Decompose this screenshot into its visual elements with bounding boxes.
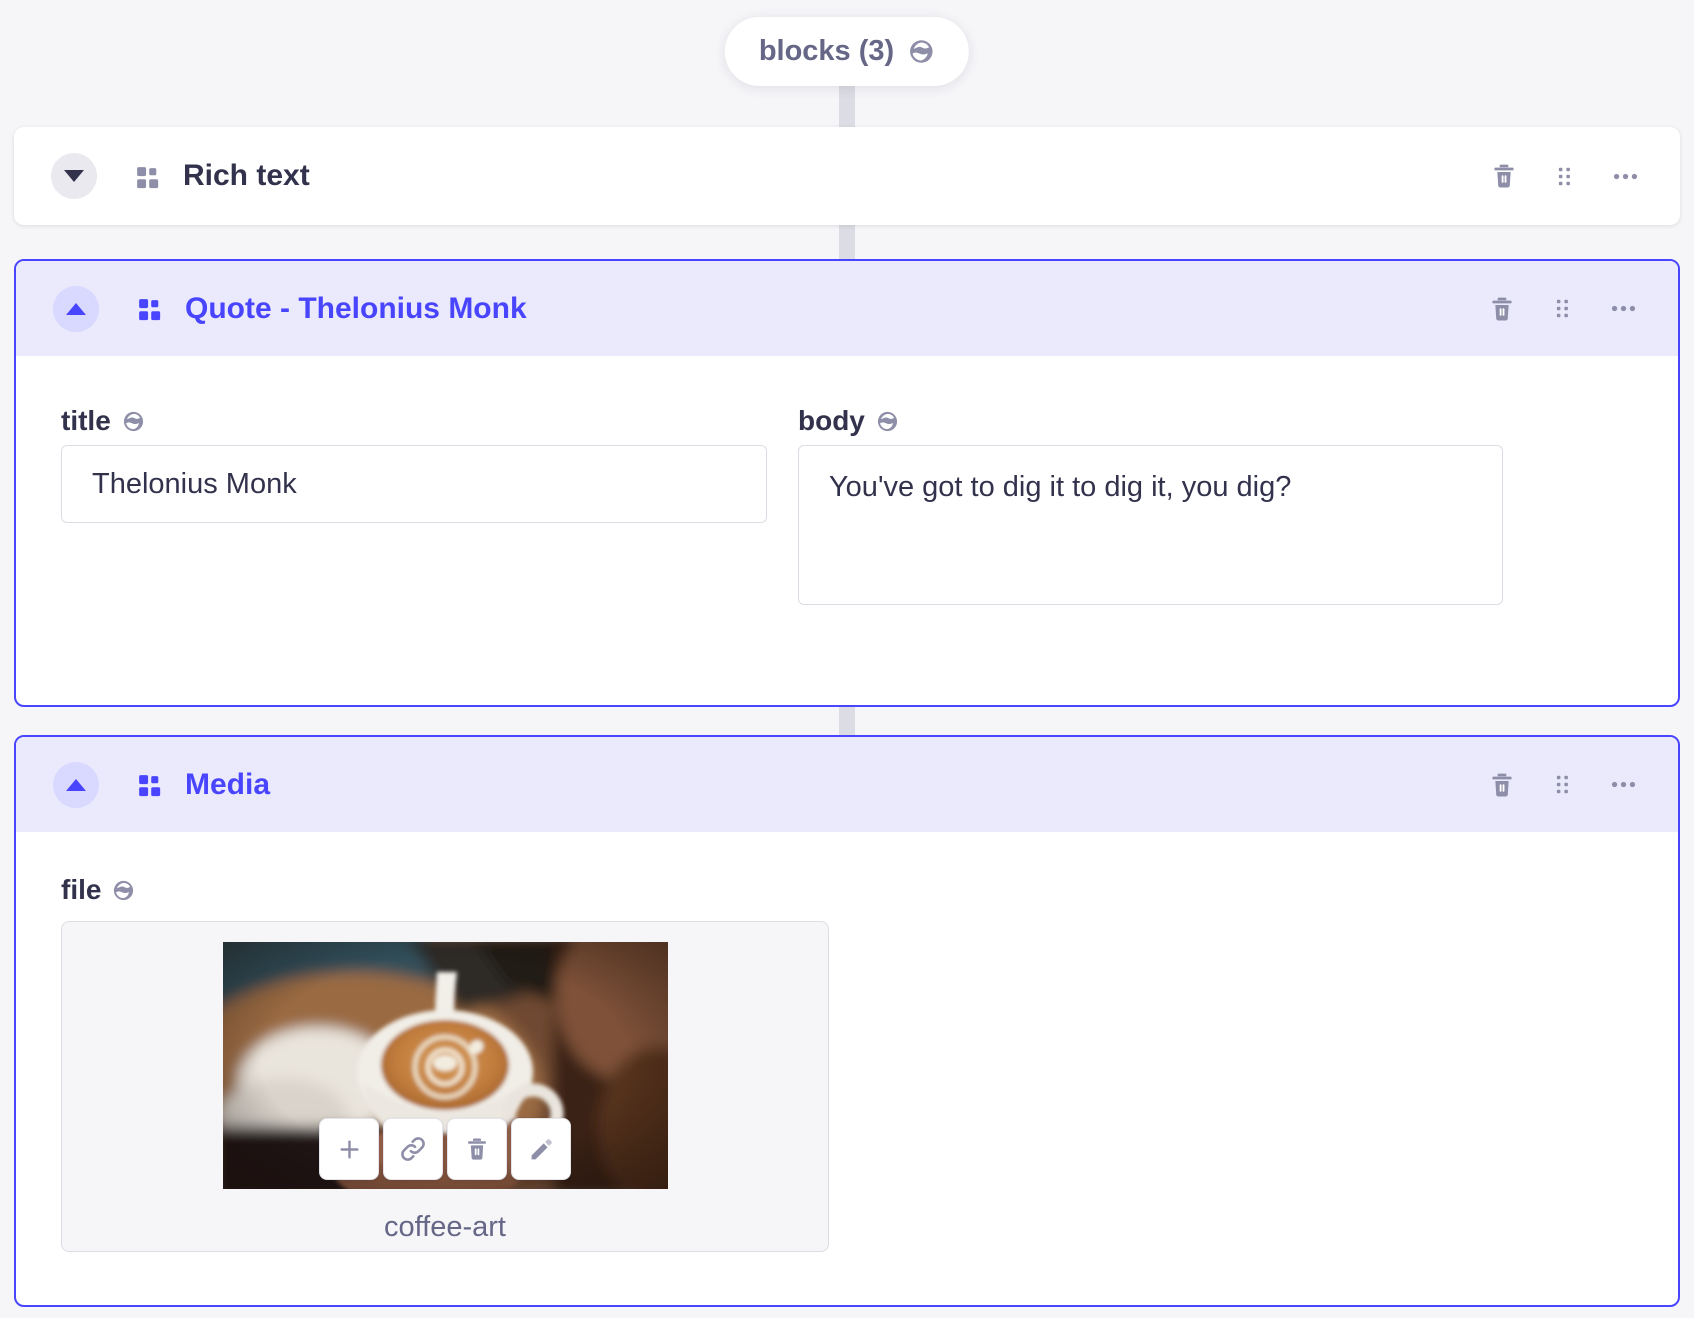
- block-connector: [839, 80, 855, 128]
- delete-block-button[interactable]: [1488, 295, 1516, 323]
- ellipsis-icon: [1609, 294, 1638, 323]
- blocks-count-label: blocks (3): [758, 35, 895, 67]
- collapse-toggle-button[interactable]: [53, 285, 99, 332]
- delete-block-button[interactable]: [1488, 771, 1516, 799]
- field-label-text: body: [798, 405, 865, 436]
- chevron-up-icon: [66, 302, 86, 315]
- more-options-button[interactable]: [1609, 294, 1638, 323]
- more-options-button[interactable]: [1609, 770, 1638, 799]
- media-delete-button[interactable]: [447, 1118, 507, 1180]
- title-field-label: title: [61, 405, 145, 437]
- trash-icon: [1488, 295, 1516, 323]
- block-media: Media file coffee-art: [14, 735, 1680, 1307]
- trash-icon: [464, 1136, 490, 1162]
- block-connector: [839, 224, 855, 260]
- media-file-card: coffee-art: [61, 921, 829, 1252]
- ellipsis-icon: [1609, 770, 1638, 799]
- block-rich-text: Rich text: [14, 127, 1680, 225]
- field-label-text: title: [61, 405, 111, 436]
- media-add-button[interactable]: [319, 1118, 379, 1180]
- ellipsis-icon: [1611, 162, 1640, 191]
- media-preview: [222, 942, 668, 1189]
- expand-toggle-button[interactable]: [51, 153, 97, 199]
- body-field-label: body: [798, 405, 899, 437]
- chevron-down-icon: [64, 170, 84, 182]
- collapse-toggle-button[interactable]: [53, 761, 99, 808]
- trash-icon: [1490, 162, 1518, 190]
- media-copy-link-button[interactable]: [383, 1118, 443, 1180]
- block-quote: Quote - Thelonius Monk title body You've…: [14, 259, 1680, 707]
- block-title: Media: [185, 767, 271, 801]
- drag-handle[interactable]: [1552, 164, 1577, 189]
- component-grid-icon: [136, 772, 161, 797]
- plus-icon: [336, 1136, 363, 1163]
- drag-handle[interactable]: [1550, 296, 1575, 321]
- pencil-icon: [528, 1136, 555, 1163]
- body-textarea[interactable]: You've got to dig it to dig it, you dig?: [798, 445, 1503, 605]
- localization-globe-icon: [112, 879, 135, 902]
- media-file-name: coffee-art: [384, 1211, 506, 1243]
- blocks-count-pill: blocks (3): [724, 17, 970, 86]
- drag-dots-icon: [1550, 772, 1575, 797]
- localization-globe-icon: [876, 410, 899, 433]
- block-connector: [839, 704, 855, 736]
- drag-dots-icon: [1552, 164, 1577, 189]
- localization-globe-icon: [122, 410, 145, 433]
- delete-block-button[interactable]: [1490, 162, 1518, 190]
- component-grid-icon: [136, 296, 161, 321]
- chevron-up-icon: [66, 778, 86, 791]
- media-actions-toolbar: [319, 1118, 571, 1180]
- file-field-label: file: [61, 874, 135, 906]
- more-options-button[interactable]: [1611, 162, 1640, 191]
- block-media-header[interactable]: Media: [16, 737, 1678, 832]
- drag-dots-icon: [1550, 296, 1575, 321]
- title-input[interactable]: [61, 445, 767, 523]
- block-rich-text-header[interactable]: Rich text: [14, 127, 1680, 225]
- trash-icon: [1488, 771, 1516, 799]
- block-quote-header[interactable]: Quote - Thelonius Monk: [16, 261, 1678, 356]
- block-title: Rich text: [183, 159, 310, 192]
- component-grid-icon: [134, 164, 159, 189]
- media-edit-button[interactable]: [511, 1118, 571, 1180]
- block-title: Quote - Thelonius Monk: [185, 291, 527, 325]
- link-icon: [399, 1135, 427, 1163]
- globe-icon: [908, 38, 935, 65]
- field-label-text: file: [61, 874, 102, 905]
- drag-handle[interactable]: [1550, 772, 1575, 797]
